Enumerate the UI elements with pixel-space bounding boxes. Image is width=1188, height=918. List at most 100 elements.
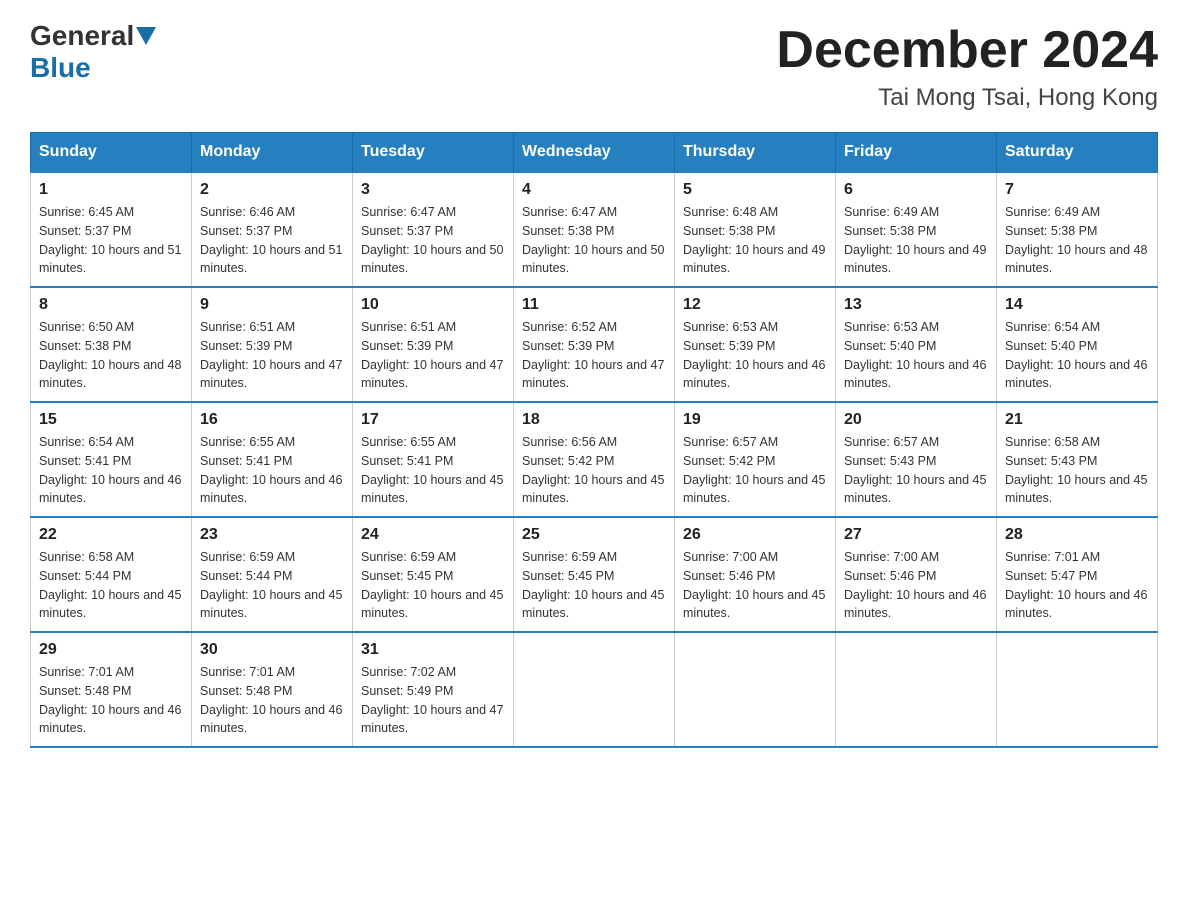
day-number: 12 (683, 296, 827, 314)
day-number: 6 (844, 181, 988, 199)
calendar-cell: 15 Sunrise: 6:54 AM Sunset: 5:41 PM Dayl… (31, 402, 192, 517)
day-info: Sunrise: 6:58 AM Sunset: 5:43 PM Dayligh… (1005, 433, 1149, 508)
calendar-cell: 16 Sunrise: 6:55 AM Sunset: 5:41 PM Dayl… (192, 402, 353, 517)
day-info: Sunrise: 6:46 AM Sunset: 5:37 PM Dayligh… (200, 203, 344, 278)
day-info: Sunrise: 7:01 AM Sunset: 5:48 PM Dayligh… (200, 663, 344, 738)
calendar-cell (675, 632, 836, 747)
logo: General Blue (30, 20, 158, 84)
calendar-cell (997, 632, 1158, 747)
calendar-cell: 3 Sunrise: 6:47 AM Sunset: 5:37 PM Dayli… (353, 172, 514, 287)
logo-arrow-icon (136, 27, 156, 45)
day-number: 26 (683, 526, 827, 544)
day-number: 4 (522, 181, 666, 199)
day-info: Sunrise: 6:48 AM Sunset: 5:38 PM Dayligh… (683, 203, 827, 278)
calendar-cell (514, 632, 675, 747)
day-info: Sunrise: 6:45 AM Sunset: 5:37 PM Dayligh… (39, 203, 183, 278)
day-info: Sunrise: 6:58 AM Sunset: 5:44 PM Dayligh… (39, 548, 183, 623)
calendar-cell: 8 Sunrise: 6:50 AM Sunset: 5:38 PM Dayli… (31, 287, 192, 402)
day-info: Sunrise: 7:02 AM Sunset: 5:49 PM Dayligh… (361, 663, 505, 738)
calendar-cell: 28 Sunrise: 7:01 AM Sunset: 5:47 PM Dayl… (997, 517, 1158, 632)
calendar-cell: 21 Sunrise: 6:58 AM Sunset: 5:43 PM Dayl… (997, 402, 1158, 517)
day-info: Sunrise: 6:54 AM Sunset: 5:40 PM Dayligh… (1005, 318, 1149, 393)
day-info: Sunrise: 6:57 AM Sunset: 5:42 PM Dayligh… (683, 433, 827, 508)
calendar-cell: 12 Sunrise: 6:53 AM Sunset: 5:39 PM Dayl… (675, 287, 836, 402)
month-title: December 2024 (776, 20, 1158, 80)
day-info: Sunrise: 6:57 AM Sunset: 5:43 PM Dayligh… (844, 433, 988, 508)
calendar-cell: 6 Sunrise: 6:49 AM Sunset: 5:38 PM Dayli… (836, 172, 997, 287)
day-number: 8 (39, 296, 183, 314)
calendar-cell: 13 Sunrise: 6:53 AM Sunset: 5:40 PM Dayl… (836, 287, 997, 402)
day-info: Sunrise: 6:54 AM Sunset: 5:41 PM Dayligh… (39, 433, 183, 508)
calendar-week-row: 22 Sunrise: 6:58 AM Sunset: 5:44 PM Dayl… (31, 517, 1158, 632)
day-info: Sunrise: 7:00 AM Sunset: 5:46 PM Dayligh… (844, 548, 988, 623)
day-info: Sunrise: 7:01 AM Sunset: 5:48 PM Dayligh… (39, 663, 183, 738)
calendar-cell: 7 Sunrise: 6:49 AM Sunset: 5:38 PM Dayli… (997, 172, 1158, 287)
calendar-week-row: 1 Sunrise: 6:45 AM Sunset: 5:37 PM Dayli… (31, 172, 1158, 287)
day-number: 31 (361, 641, 505, 659)
day-number: 5 (683, 181, 827, 199)
calendar-cell: 26 Sunrise: 7:00 AM Sunset: 5:46 PM Dayl… (675, 517, 836, 632)
day-info: Sunrise: 6:49 AM Sunset: 5:38 PM Dayligh… (844, 203, 988, 278)
calendar-cell: 17 Sunrise: 6:55 AM Sunset: 5:41 PM Dayl… (353, 402, 514, 517)
calendar-day-header: Saturday (997, 133, 1158, 173)
location-title: Tai Mong Tsai, Hong Kong (776, 84, 1158, 112)
calendar-cell: 11 Sunrise: 6:52 AM Sunset: 5:39 PM Dayl… (514, 287, 675, 402)
calendar-day-header: Tuesday (353, 133, 514, 173)
day-info: Sunrise: 6:59 AM Sunset: 5:45 PM Dayligh… (522, 548, 666, 623)
day-number: 2 (200, 181, 344, 199)
day-number: 1 (39, 181, 183, 199)
day-number: 28 (1005, 526, 1149, 544)
day-number: 13 (844, 296, 988, 314)
calendar-week-row: 8 Sunrise: 6:50 AM Sunset: 5:38 PM Dayli… (31, 287, 1158, 402)
day-number: 16 (200, 411, 344, 429)
day-info: Sunrise: 6:56 AM Sunset: 5:42 PM Dayligh… (522, 433, 666, 508)
day-info: Sunrise: 6:53 AM Sunset: 5:39 PM Dayligh… (683, 318, 827, 393)
day-info: Sunrise: 6:53 AM Sunset: 5:40 PM Dayligh… (844, 318, 988, 393)
day-number: 11 (522, 296, 666, 314)
day-number: 14 (1005, 296, 1149, 314)
day-info: Sunrise: 6:49 AM Sunset: 5:38 PM Dayligh… (1005, 203, 1149, 278)
day-number: 29 (39, 641, 183, 659)
calendar-cell: 24 Sunrise: 6:59 AM Sunset: 5:45 PM Dayl… (353, 517, 514, 632)
logo-blue-text: Blue (30, 52, 91, 84)
page-header: General Blue December 2024 Tai Mong Tsai… (30, 20, 1158, 112)
day-info: Sunrise: 6:55 AM Sunset: 5:41 PM Dayligh… (361, 433, 505, 508)
day-number: 3 (361, 181, 505, 199)
calendar-cell: 19 Sunrise: 6:57 AM Sunset: 5:42 PM Dayl… (675, 402, 836, 517)
day-number: 18 (522, 411, 666, 429)
calendar-cell: 25 Sunrise: 6:59 AM Sunset: 5:45 PM Dayl… (514, 517, 675, 632)
day-info: Sunrise: 6:51 AM Sunset: 5:39 PM Dayligh… (200, 318, 344, 393)
calendar-cell: 29 Sunrise: 7:01 AM Sunset: 5:48 PM Dayl… (31, 632, 192, 747)
day-info: Sunrise: 6:59 AM Sunset: 5:44 PM Dayligh… (200, 548, 344, 623)
day-number: 23 (200, 526, 344, 544)
day-number: 21 (1005, 411, 1149, 429)
day-info: Sunrise: 6:50 AM Sunset: 5:38 PM Dayligh… (39, 318, 183, 393)
calendar-week-row: 15 Sunrise: 6:54 AM Sunset: 5:41 PM Dayl… (31, 402, 1158, 517)
day-info: Sunrise: 7:00 AM Sunset: 5:46 PM Dayligh… (683, 548, 827, 623)
day-info: Sunrise: 6:47 AM Sunset: 5:38 PM Dayligh… (522, 203, 666, 278)
calendar-cell: 10 Sunrise: 6:51 AM Sunset: 5:39 PM Dayl… (353, 287, 514, 402)
calendar-week-row: 29 Sunrise: 7:01 AM Sunset: 5:48 PM Dayl… (31, 632, 1158, 747)
day-info: Sunrise: 6:51 AM Sunset: 5:39 PM Dayligh… (361, 318, 505, 393)
day-number: 19 (683, 411, 827, 429)
calendar-cell: 20 Sunrise: 6:57 AM Sunset: 5:43 PM Dayl… (836, 402, 997, 517)
day-info: Sunrise: 6:55 AM Sunset: 5:41 PM Dayligh… (200, 433, 344, 508)
calendar-day-header: Sunday (31, 133, 192, 173)
day-number: 27 (844, 526, 988, 544)
calendar-cell: 30 Sunrise: 7:01 AM Sunset: 5:48 PM Dayl… (192, 632, 353, 747)
calendar-table: SundayMondayTuesdayWednesdayThursdayFrid… (30, 132, 1158, 748)
day-info: Sunrise: 7:01 AM Sunset: 5:47 PM Dayligh… (1005, 548, 1149, 623)
calendar-cell: 4 Sunrise: 6:47 AM Sunset: 5:38 PM Dayli… (514, 172, 675, 287)
day-number: 17 (361, 411, 505, 429)
day-number: 24 (361, 526, 505, 544)
calendar-cell: 14 Sunrise: 6:54 AM Sunset: 5:40 PM Dayl… (997, 287, 1158, 402)
calendar-cell: 23 Sunrise: 6:59 AM Sunset: 5:44 PM Dayl… (192, 517, 353, 632)
day-number: 10 (361, 296, 505, 314)
day-number: 20 (844, 411, 988, 429)
title-section: December 2024 Tai Mong Tsai, Hong Kong (776, 20, 1158, 112)
day-info: Sunrise: 6:47 AM Sunset: 5:37 PM Dayligh… (361, 203, 505, 278)
calendar-cell: 2 Sunrise: 6:46 AM Sunset: 5:37 PM Dayli… (192, 172, 353, 287)
calendar-cell: 9 Sunrise: 6:51 AM Sunset: 5:39 PM Dayli… (192, 287, 353, 402)
day-number: 22 (39, 526, 183, 544)
logo-general-text: General (30, 20, 134, 52)
